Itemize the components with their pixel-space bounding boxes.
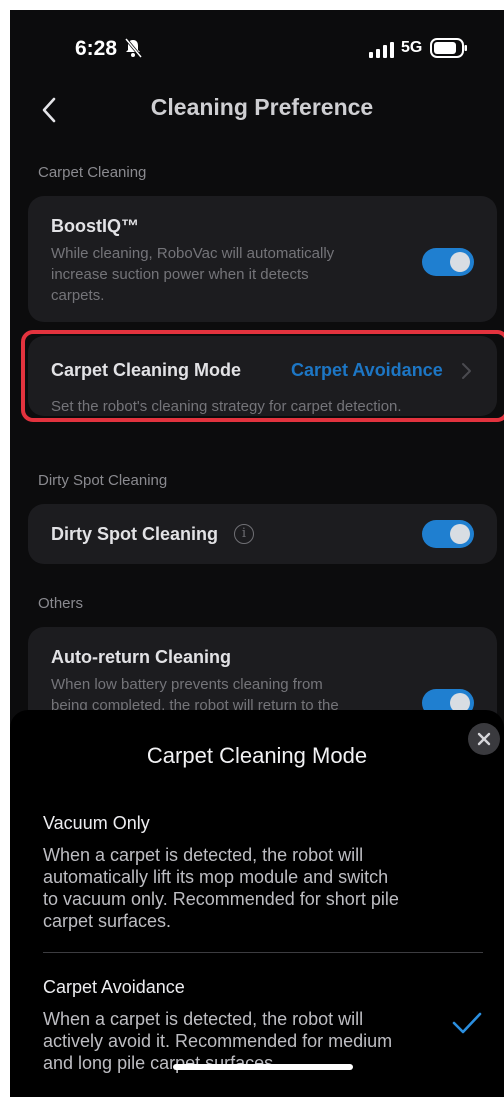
info-icon[interactable]: i [234,524,254,544]
app-screen: 6:28 5G Cleaning Preference Carpet Clean… [10,10,504,1097]
dirty-spot-title: Dirty Spot Cleaning [51,524,219,544]
dirty-spot-toggle[interactable] [422,520,474,548]
page-title: Cleaning Preference [150,94,374,120]
option-vacuum-only-description[interactable]: When a carpet is detected, the robot wil… [43,844,443,932]
section-label-dirty-spot: Dirty Spot Cleaning [38,472,168,489]
dirty-spot-card: Dirty Spot Cleaning i [28,504,497,564]
auto-return-title: Auto-return Cleaning [51,647,231,667]
boostiq-toggle[interactable] [422,248,474,276]
bell-muted-icon [124,38,142,58]
sheet-title: Carpet Cleaning Mode [146,743,368,768]
carpet-mode-sheet: Carpet Cleaning Mode Vacuum Only When a … [10,710,504,1097]
option-vacuum-only-title[interactable]: Vacuum Only [43,813,150,834]
status-time: 6:28 [75,37,118,60]
option-carpet-avoidance-title[interactable]: Carpet Avoidance [43,977,185,998]
highlight-frame [21,330,504,422]
network-label: 5G [401,39,423,56]
section-label-carpet: Carpet Cleaning [38,164,147,181]
section-label-others: Others [38,595,84,612]
divider [43,952,483,953]
battery-icon [430,38,467,58]
boostiq-title: BoostIQ™ [51,216,139,236]
boostiq-description: While cleaning, RoboVac will automatical… [51,245,335,304]
boostiq-card: BoostIQ™ While cleaning, RoboVac will au… [28,196,497,322]
home-indicator [173,1064,353,1070]
signal-icon [369,42,394,58]
checkmark-icon [452,1012,482,1034]
